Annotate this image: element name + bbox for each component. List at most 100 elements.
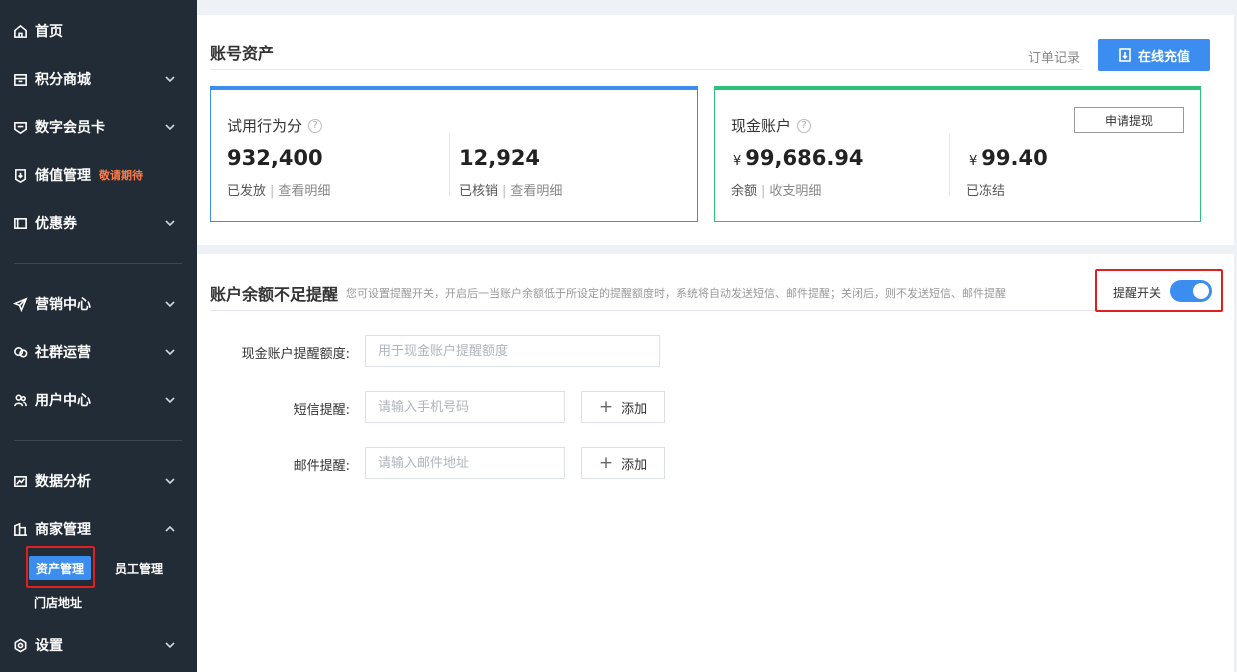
chevron-down-icon bbox=[163, 297, 177, 311]
reminder-panel: 账户余额不足提醒 您可设置提醒开关，开启后一当账户余额低于所设定的提醒额度时，系… bbox=[197, 254, 1234, 672]
withdraw-button[interactable]: 申请提现 bbox=[1074, 107, 1184, 133]
plus-icon: + bbox=[598, 396, 614, 417]
sidebar-item-label: 用户中心 bbox=[35, 393, 91, 409]
sidebar-item-member-card[interactable]: 数字会员卡 bbox=[0, 109, 197, 145]
frozen-value: 99.40 bbox=[981, 146, 1048, 170]
card-divider bbox=[949, 134, 950, 196]
add-email-label: 添加 bbox=[621, 457, 648, 473]
sidebar-item-coupon[interactable]: 优惠券 bbox=[0, 205, 197, 241]
chevron-down-icon bbox=[163, 120, 177, 134]
users-icon bbox=[12, 392, 28, 408]
sidebar-item-merchant[interactable]: 商家管理 bbox=[0, 511, 197, 547]
highlight-box bbox=[26, 546, 95, 588]
balance-amount: ¥99,686.94 bbox=[733, 146, 864, 170]
assets-title-underline bbox=[210, 69, 1083, 70]
chevron-down-icon bbox=[163, 393, 177, 407]
sidebar-item-marketing[interactable]: 营销中心 bbox=[0, 286, 197, 322]
sidebar-item-settings[interactable]: 设置 bbox=[0, 627, 197, 663]
sidebar-item-home[interactable]: 首页 bbox=[0, 13, 197, 49]
add-sms-button[interactable]: + 添加 bbox=[581, 391, 665, 423]
verified-detail-link[interactable]: 查看明细 bbox=[510, 184, 562, 199]
issued-value: 932,400 bbox=[227, 146, 323, 170]
chevron-down-icon bbox=[163, 638, 177, 652]
order-records-link[interactable]: 订单记录 bbox=[1028, 47, 1080, 66]
verified-line: 已核销 | 查看明细 bbox=[459, 184, 563, 199]
chevron-down-icon bbox=[163, 474, 177, 488]
store-icon bbox=[12, 71, 28, 87]
sidebar-item-label: 积分商城 bbox=[35, 72, 91, 88]
sidebar-item-community[interactable]: 社群运营 bbox=[0, 334, 197, 370]
transaction-detail-link[interactable]: 收支明细 bbox=[769, 184, 821, 199]
reminder-title-underline bbox=[210, 310, 1097, 311]
online-recharge-label: 在线充值 bbox=[1137, 49, 1190, 65]
home-icon bbox=[12, 23, 28, 39]
sidebar-divider bbox=[14, 263, 182, 264]
balance-value: 99,686.94 bbox=[745, 146, 864, 170]
add-email-button[interactable]: + 添加 bbox=[581, 447, 665, 479]
plus-icon: + bbox=[598, 452, 614, 473]
issued-detail-link[interactable]: 查看明细 bbox=[278, 184, 330, 199]
verified-value: 12,924 bbox=[459, 146, 541, 170]
chevron-down-icon bbox=[163, 72, 177, 86]
settings-icon bbox=[12, 637, 28, 653]
cash-account-card: 现金账户 ? 申请提现 ¥99,686.94 余额 | 收支明细 ¥99.40 已冻… bbox=[714, 86, 1201, 222]
sidebar-item-stored-value[interactable]: 储值管理 敬请期待 bbox=[0, 157, 197, 193]
email-address-input[interactable] bbox=[365, 447, 565, 479]
recharge-icon bbox=[1119, 48, 1131, 62]
sidebar-item-label: 数据分析 bbox=[35, 474, 91, 490]
chevron-down-icon bbox=[163, 216, 177, 230]
reminder-description: 您可设置提醒开关，开启后一当账户余额低于所设定的提醒额度时，系统将自动发送短信、… bbox=[346, 287, 1006, 300]
sidebar-item-label: 优惠券 bbox=[35, 216, 77, 232]
assets-panel: 账号资产 订单记录 在线充值 试用行为分 ? 932,400 已发放 | 查看明细 … bbox=[197, 15, 1234, 245]
cash-account-title: 现金账户 ? bbox=[731, 115, 812, 136]
sidebar-item-label: 设置 bbox=[35, 638, 63, 654]
coupon-icon bbox=[12, 215, 28, 231]
reminder-title: 账户余额不足提醒 bbox=[210, 285, 339, 304]
sidebar-item-points-mall[interactable]: 积分商城 bbox=[0, 61, 197, 97]
issued-line: 已发放 | 查看明细 bbox=[227, 184, 331, 199]
cash-account-title-text: 现金账户 bbox=[731, 117, 792, 135]
balance-line: 余额 | 收支明细 bbox=[731, 184, 822, 199]
sidebar-item-label: 营销中心 bbox=[35, 297, 91, 313]
sidebar-item-analytics[interactable]: 数据分析 bbox=[0, 463, 197, 499]
subitem-staff-management[interactable]: 员工管理 bbox=[115, 553, 163, 583]
currency-symbol: ¥ bbox=[733, 154, 742, 169]
verified-label: 已核销 bbox=[459, 184, 499, 199]
sms-phone-input[interactable] bbox=[365, 391, 565, 423]
sms-label: 短信提醒: bbox=[293, 403, 350, 418]
sidebar-item-label: 数字会员卡 bbox=[35, 120, 105, 136]
coming-soon-badge: 敬请期待 bbox=[99, 169, 143, 182]
toggle-knob bbox=[1193, 283, 1209, 299]
sidebar-divider bbox=[14, 440, 182, 441]
trial-points-title: 试用行为分 ? bbox=[227, 115, 323, 136]
wallet-icon bbox=[12, 167, 28, 183]
reminder-toggle-label: 提醒开关 bbox=[1113, 286, 1162, 300]
threshold-label: 现金账户提醒额度: bbox=[241, 347, 350, 362]
sidebar-item-label: 社群运营 bbox=[35, 345, 91, 361]
sidebar-item-label: 储值管理 bbox=[35, 168, 91, 184]
threshold-input[interactable] bbox=[365, 335, 660, 367]
currency-symbol: ¥ bbox=[969, 154, 978, 169]
card-icon bbox=[12, 119, 28, 135]
help-icon[interactable]: ? bbox=[308, 118, 323, 133]
assets-title: 账号资产 bbox=[210, 44, 275, 63]
chevron-up-icon bbox=[163, 522, 177, 536]
chevron-down-icon bbox=[163, 345, 177, 359]
chat-icon bbox=[12, 344, 28, 360]
trial-points-title-text: 试用行为分 bbox=[227, 117, 303, 135]
sidebar-item-users[interactable]: 用户中心 bbox=[0, 382, 197, 418]
online-recharge-button[interactable]: 在线充值 bbox=[1098, 39, 1210, 71]
issued-label: 已发放 bbox=[227, 184, 267, 199]
card-divider bbox=[449, 134, 450, 196]
chart-icon bbox=[12, 473, 28, 489]
reminder-toggle[interactable] bbox=[1170, 280, 1212, 302]
help-icon[interactable]: ? bbox=[797, 118, 812, 133]
frozen-amount: ¥99.40 bbox=[969, 146, 1048, 170]
subitem-store-address[interactable]: 门店地址 bbox=[34, 587, 82, 617]
balance-label: 余额 bbox=[731, 184, 758, 199]
trial-points-card: 试用行为分 ? 932,400 已发放 | 查看明细 12,924 已核销 | 查看明细 bbox=[210, 86, 698, 222]
building-icon bbox=[12, 521, 28, 537]
sidebar: 首页 积分商城 数字会员卡 储值管理 敬请期待 优惠券 营销中心 社群运营 用户… bbox=[0, 0, 197, 672]
frozen-label: 已冻结 bbox=[966, 184, 1006, 199]
send-icon bbox=[12, 296, 28, 312]
